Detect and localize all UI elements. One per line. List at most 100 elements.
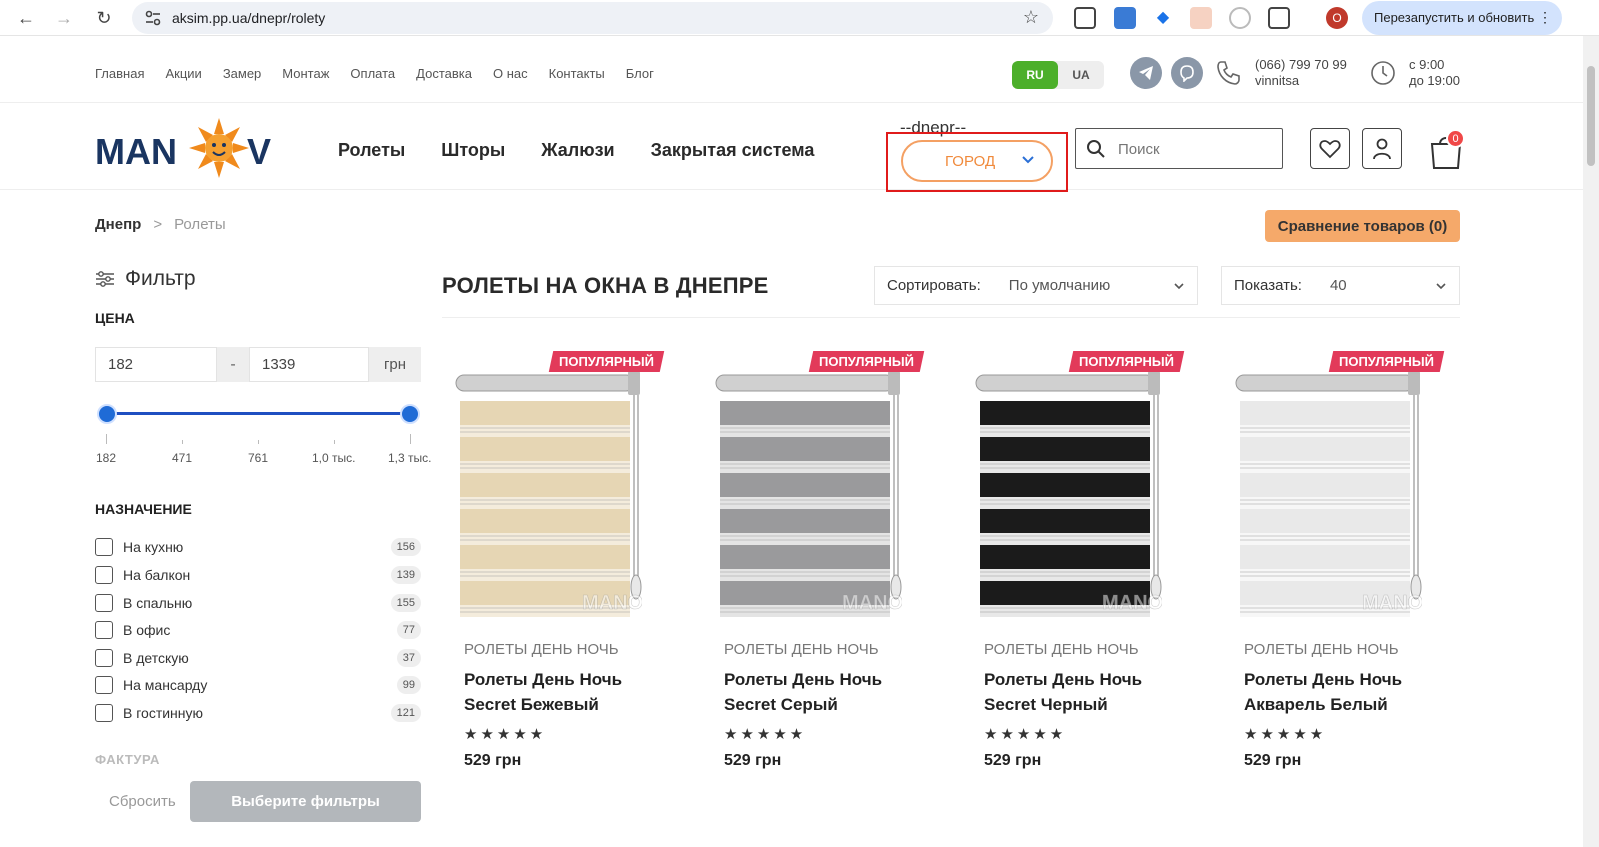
reload-icon[interactable]: ↻ <box>92 6 116 30</box>
apply-filters-button[interactable]: Выберите фильтры <box>190 781 421 822</box>
extension-compass-icon[interactable] <box>1229 7 1251 29</box>
site-settings-icon[interactable] <box>144 9 162 27</box>
purpose-label[interactable]: На балкон <box>123 567 190 583</box>
purpose-option[interactable]: На кухню 156 <box>95 536 421 558</box>
bookmark-star-icon[interactable]: ☆ <box>1023 7 1039 28</box>
checkbox[interactable] <box>95 676 113 694</box>
product-image[interactable]: MANOV <box>962 367 1162 617</box>
phone-number[interactable]: (066) 799 70 99 <box>1255 57 1347 73</box>
price-dash: - <box>217 347 249 382</box>
breadcrumb-home[interactable]: Днепр <box>95 216 141 233</box>
purpose-option[interactable]: В гостинную 121 <box>95 702 421 724</box>
product-name[interactable]: Ролеты День Ночь Акварель Белый <box>1244 667 1444 717</box>
checkbox[interactable] <box>95 649 113 667</box>
search-box <box>1075 128 1283 169</box>
profile-avatar[interactable]: O <box>1326 7 1348 29</box>
url-text[interactable]: aksim.pp.ua/dnepr/rolety <box>172 10 325 26</box>
product-name[interactable]: Ролеты День Ночь Secret Черный <box>984 667 1184 717</box>
topnav-promotions[interactable]: Акции <box>165 66 201 81</box>
purpose-label[interactable]: В офис <box>123 622 170 638</box>
extension-translate-icon[interactable] <box>1114 7 1136 29</box>
product-category[interactable]: РОЛЕТЫ ДЕНЬ НОЧЬ <box>1244 641 1399 658</box>
nav-rolety[interactable]: Ролеты <box>338 140 405 161</box>
address-bar[interactable]: aksim.pp.ua/dnepr/rolety ☆ <box>132 2 1053 34</box>
product-category[interactable]: РОЛЕТЫ ДЕНЬ НОЧЬ <box>464 641 619 658</box>
product-card[interactable]: MANOV ПОПУЛЯРНЫЙ РОЛЕТЫ ДЕНЬ НОЧЬ Ролеты… <box>442 345 665 785</box>
purpose-count: 99 <box>396 676 421 694</box>
purpose-count: 37 <box>396 649 421 667</box>
topnav-payment[interactable]: Оплата <box>350 66 395 81</box>
checkbox[interactable] <box>95 594 113 612</box>
purpose-label[interactable]: В спальню <box>123 595 192 611</box>
topnav-blog[interactable]: Блог <box>626 66 654 81</box>
extension-tag-icon[interactable]: ◆ <box>1152 7 1174 29</box>
telegram-icon[interactable] <box>1130 57 1162 89</box>
price-min-input[interactable] <box>95 347 217 382</box>
scrollbar-thumb[interactable] <box>1587 66 1595 166</box>
nav-shtory[interactable]: Шторы <box>441 140 505 161</box>
purpose-option[interactable]: В спальню 155 <box>95 592 421 614</box>
viber-icon[interactable] <box>1171 57 1203 89</box>
forward-icon[interactable]: → <box>52 6 76 30</box>
product-image[interactable]: MANOV <box>1222 367 1422 617</box>
topnav-contacts[interactable]: Контакты <box>549 66 605 81</box>
search-input[interactable] <box>1118 138 1268 160</box>
lang-ru-button[interactable]: RU <box>1012 61 1058 89</box>
purpose-label[interactable]: В гостинную <box>123 705 203 721</box>
checkbox[interactable] <box>95 704 113 722</box>
kebab-menu-icon[interactable]: ⋮ <box>1538 9 1552 26</box>
product-image[interactable]: MANOV <box>442 367 642 617</box>
sort-label: Сортировать: <box>887 277 981 294</box>
logo-text-right: V <box>247 131 271 172</box>
product-category[interactable]: РОЛЕТЫ ДЕНЬ НОЧЬ <box>724 641 879 658</box>
manov-logo[interactable]: MAN V <box>95 118 280 180</box>
topnav-measure[interactable]: Замер <box>223 66 261 81</box>
compare-products-button[interactable]: Сравнение товаров (0) <box>1265 210 1460 242</box>
checkbox[interactable] <box>95 566 113 584</box>
back-icon[interactable]: ← <box>14 6 38 30</box>
checkbox[interactable] <box>95 538 113 556</box>
lang-ua-button[interactable]: UA <box>1058 61 1104 89</box>
product-name[interactable]: Ролеты День Ночь Secret Бежевый <box>464 667 664 717</box>
page-scrollbar[interactable] <box>1583 36 1599 847</box>
extension-image-icon[interactable] <box>1190 7 1212 29</box>
sort-value: По умолчанию <box>1008 277 1111 294</box>
product-card[interactable]: MANOV ПОПУЛЯРНЫЙ РОЛЕТЫ ДЕНЬ НОЧЬ Ролеты… <box>962 345 1185 785</box>
price-max-input[interactable] <box>249 347 369 382</box>
purpose-label[interactable]: На мансарду <box>123 677 207 693</box>
extensions-puzzle-icon[interactable] <box>1268 7 1290 29</box>
reset-filters-button[interactable]: Сбросить <box>109 793 176 810</box>
product-category[interactable]: РОЛЕТЫ ДЕНЬ НОЧЬ <box>984 641 1139 658</box>
purpose-option[interactable]: На балкон 139 <box>95 564 421 586</box>
city-select[interactable]: ГОРОД <box>901 140 1053 182</box>
topnav-home[interactable]: Главная <box>95 66 144 81</box>
topnav-delivery[interactable]: Доставка <box>416 66 472 81</box>
search-icon[interactable] <box>1086 139 1106 159</box>
price-slider-max-handle[interactable] <box>400 404 420 424</box>
price-slider-min-handle[interactable] <box>97 404 117 424</box>
checkbox[interactable] <box>95 621 113 639</box>
account-button[interactable] <box>1362 128 1402 169</box>
product-name[interactable]: Ролеты День Ночь Secret Серый <box>724 667 924 717</box>
wishlist-button[interactable] <box>1310 128 1350 169</box>
purpose-label[interactable]: На кухню <box>123 539 183 555</box>
purpose-label[interactable]: В детскую <box>123 650 189 666</box>
price-slider-track[interactable] <box>107 412 411 415</box>
nav-zhaluzi[interactable]: Жалюзи <box>541 140 614 161</box>
nav-closed-system[interactable]: Закрытая система <box>651 140 815 161</box>
watermark-text: MANOV <box>842 592 902 614</box>
topnav-about[interactable]: О нас <box>493 66 528 81</box>
sort-select[interactable]: Сортировать: По умолчанию <box>874 266 1198 305</box>
purpose-option[interactable]: В детскую 37 <box>95 647 421 669</box>
purpose-option[interactable]: На мансарду 99 <box>95 674 421 696</box>
extension-screen-icon[interactable] <box>1074 7 1096 29</box>
restart-update-button[interactable]: Перезапустить и обновить ⋮ <box>1362 1 1562 35</box>
product-image[interactable]: MANOV <box>702 367 902 617</box>
show-count-select[interactable]: Показать: 40 <box>1221 266 1460 305</box>
breadcrumb: Днепр > Ролеты <box>95 216 226 233</box>
product-card[interactable]: MANOV ПОПУЛЯРНЫЙ РОЛЕТЫ ДЕНЬ НОЧЬ Ролеты… <box>1222 345 1445 785</box>
product-card[interactable]: MANOV ПОПУЛЯРНЫЙ РОЛЕТЫ ДЕНЬ НОЧЬ Ролеты… <box>702 345 925 785</box>
topnav-install[interactable]: Монтаж <box>282 66 329 81</box>
purpose-option[interactable]: В офис 77 <box>95 619 421 641</box>
purpose-count: 156 <box>390 538 421 556</box>
